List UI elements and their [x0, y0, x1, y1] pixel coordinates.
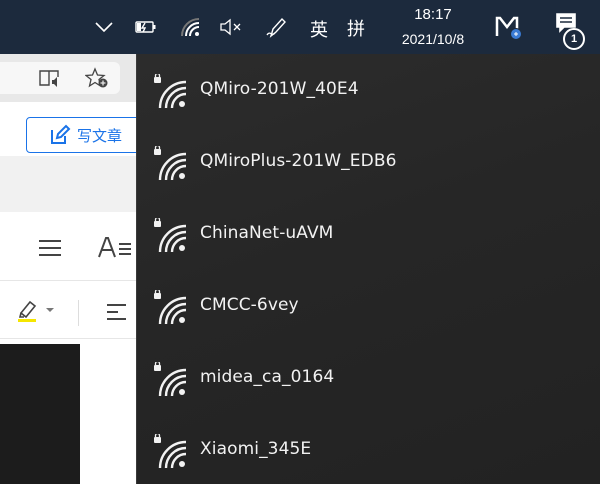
wifi-network-item[interactable]: QMiroPlus-201W_EDB6	[137, 126, 600, 198]
wifi-network-name: midea_ca_0164	[200, 367, 335, 387]
edit-icon	[51, 124, 71, 144]
ime-language-indicator[interactable]: 英	[310, 16, 328, 42]
text-format-icon[interactable]	[97, 234, 133, 267]
wifi-secured-icon	[151, 144, 191, 186]
wifi-network-item[interactable]: ChinaNet-uAVM	[137, 198, 600, 270]
battery-charging-icon[interactable]	[133, 14, 159, 40]
clock[interactable]: 18:17 2021/10/8	[388, 5, 478, 49]
write-article-label: 写文章	[77, 126, 123, 145]
pen-icon[interactable]	[264, 14, 290, 40]
ime-mode-indicator[interactable]: 拼	[347, 15, 365, 41]
address-bar-area	[0, 54, 136, 102]
highlighter-icon[interactable]	[16, 298, 56, 329]
wifi-secured-icon	[151, 360, 191, 402]
add-favorite-icon[interactable]	[84, 67, 109, 94]
wifi-network-name: CMCC-6vey	[200, 295, 299, 315]
wifi-network-name: Xiaomi_345E	[200, 439, 312, 459]
editor-toolbar-row	[0, 220, 136, 281]
notification-center-button[interactable]: 1	[551, 12, 591, 50]
dark-content-panel	[0, 344, 80, 484]
align-icon[interactable]	[106, 302, 128, 327]
wifi-secured-icon	[151, 432, 191, 474]
chevron-up-icon[interactable]	[91, 14, 117, 40]
volume-muted-icon[interactable]	[218, 14, 244, 40]
clock-date: 2021/10/8	[401, 31, 465, 47]
content-area	[80, 344, 136, 484]
toolbar-divider	[78, 300, 79, 326]
wifi-network-item[interactable]: midea_ca_0164	[137, 342, 600, 414]
wifi-network-name: QMiroPlus-201W_EDB6	[200, 151, 397, 171]
wifi-network-name: ChinaNet-uAVM	[200, 223, 334, 243]
wifi-network-name: QMiro-201W_40E4	[200, 79, 359, 99]
wifi-network-flyout: QMiro-201W_40E4 QMiroPlus-201W_EDB6 ChinaN…	[136, 54, 600, 484]
hamburger-menu-icon[interactable]	[38, 238, 62, 263]
wifi-secured-icon	[151, 288, 191, 330]
editor-format-row	[0, 286, 136, 339]
wifi-network-item[interactable]: QMiro-201W_40E4	[137, 54, 600, 126]
taskbar: 英 拼 18:17 2021/10/8 1	[0, 0, 600, 54]
app-logo-icon[interactable]	[494, 14, 524, 40]
reader-mode-icon[interactable]	[38, 68, 62, 93]
wifi-secured-icon	[151, 72, 191, 114]
wifi-network-item[interactable]: Xiaomi_345E	[137, 414, 600, 484]
browser-window: 写文章	[0, 54, 156, 484]
wifi-icon[interactable]	[177, 14, 203, 40]
clock-time: 18:17	[414, 6, 452, 23]
wifi-network-item[interactable]: CMCC-6vey	[137, 270, 600, 342]
notification-count-badge: 1	[563, 28, 585, 50]
content-header-band	[0, 156, 136, 212]
wifi-secured-icon	[151, 216, 191, 258]
